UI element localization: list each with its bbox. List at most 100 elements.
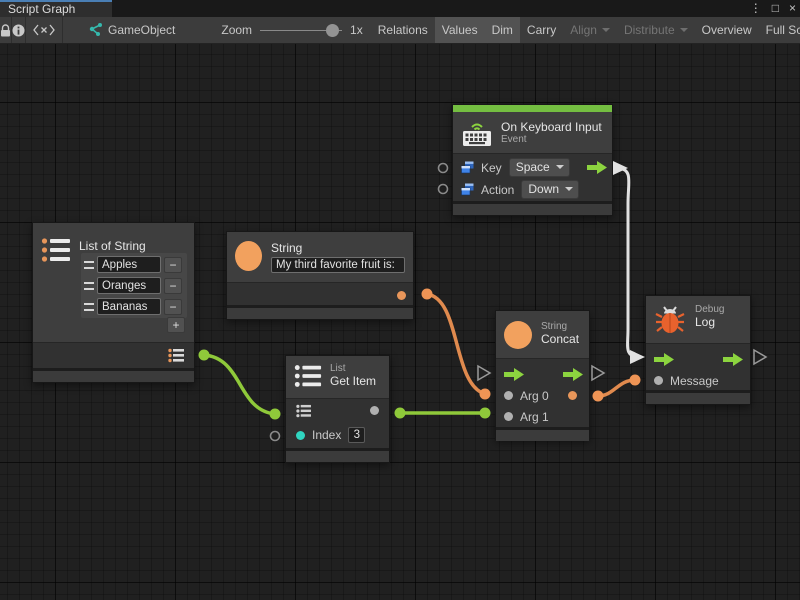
port-getitem-index-input[interactable] [271, 432, 280, 441]
port-concat-output[interactable] [593, 391, 604, 402]
list-item-row: − [84, 277, 184, 294]
maximize-icon[interactable]: □ [772, 0, 779, 17]
node-footer [33, 371, 194, 382]
port-getitem-output[interactable] [395, 408, 406, 419]
values-label: Values [442, 23, 478, 37]
overview-button[interactable]: Overview [695, 17, 759, 43]
zoom-slider[interactable] [260, 24, 342, 37]
message-row: Message [646, 370, 750, 391]
flow-output-arrow-icon[interactable] [723, 353, 743, 366]
list-item-row: − [84, 298, 184, 315]
flow-output-arrow-icon[interactable] [563, 368, 583, 381]
values-button[interactable]: Values [435, 17, 485, 43]
node-footer [453, 204, 612, 215]
zoom-slider-knob[interactable] [326, 24, 339, 37]
distribute-button[interactable]: Distribute [617, 17, 695, 43]
index-label: Index [312, 428, 341, 442]
port-string-output[interactable] [422, 289, 433, 300]
port-keyboard-action-input[interactable] [439, 185, 448, 194]
node-string-concat[interactable]: String Concat Arg 0 [495, 310, 590, 440]
align-button[interactable]: Align [563, 17, 617, 43]
arg1-label: Arg 1 [520, 410, 549, 424]
index-field[interactable] [348, 427, 365, 443]
fullscreen-button[interactable]: Full Screen [759, 17, 800, 43]
list-item-field[interactable] [97, 298, 161, 315]
lock-button[interactable] [0, 17, 12, 43]
string-value-field[interactable] [271, 257, 405, 273]
dim-button[interactable]: Dim [485, 17, 520, 43]
list-item-field[interactable] [97, 277, 161, 294]
port-flow-in-log[interactable] [630, 350, 645, 364]
flow-row [496, 364, 589, 385]
list-output-icon[interactable] [168, 348, 184, 363]
string-type-icon [235, 241, 262, 271]
key-port-row: Key Space [453, 157, 612, 178]
port-concat-flow-out[interactable] [592, 366, 604, 380]
tab-script-graph[interactable]: Script Graph [0, 0, 112, 17]
key-value-icon [461, 161, 474, 174]
flow-input-arrow-icon[interactable] [504, 368, 524, 381]
list-item-field[interactable] [97, 256, 161, 273]
bug-icon [654, 304, 686, 336]
flow-output-arrow-icon[interactable] [587, 161, 607, 174]
key-dropdown[interactable]: Space [509, 158, 570, 177]
add-item-button[interactable]: + [167, 317, 185, 333]
info-button[interactable] [12, 17, 26, 43]
wire-concat-to-log[interactable] [598, 380, 635, 396]
graph-target[interactable]: GameObject [63, 17, 185, 43]
list-port-icon[interactable] [296, 404, 311, 418]
port-list-output[interactable] [199, 350, 210, 361]
node-category: String [541, 321, 579, 332]
dim-label: Dim [492, 23, 513, 37]
node-title: Concat [541, 332, 579, 346]
relations-button[interactable]: Relations [371, 17, 435, 43]
node-on-keyboard-input[interactable]: On Keyboard Input Event Key Space [452, 104, 613, 216]
drag-handle-icon[interactable] [84, 303, 94, 311]
action-dropdown[interactable]: Down [521, 180, 579, 199]
node-subtitle: Event [501, 134, 602, 145]
integer-type-dot[interactable] [296, 431, 305, 440]
remove-item-button[interactable]: − [164, 278, 182, 294]
port-keyboard-key-input[interactable] [439, 164, 448, 173]
node-category: List [330, 363, 376, 374]
overview-label: Overview [702, 23, 752, 37]
port-getitem-list-input[interactable] [270, 409, 281, 420]
port-concat-arg1-input[interactable] [480, 408, 491, 419]
wire-list-to-getitem[interactable] [204, 355, 275, 414]
graph-canvas[interactable]: On Keyboard Input Event Key Space [0, 44, 800, 600]
fullscreen-label: Full Screen [766, 23, 800, 37]
item-output-dot[interactable] [370, 406, 379, 415]
node-category: Debug [695, 304, 724, 315]
result-output-dot[interactable] [568, 391, 577, 400]
node-title: String [271, 241, 405, 255]
node-list-of-string[interactable]: List of String − − [32, 222, 195, 383]
remove-item-button[interactable]: − [164, 257, 182, 273]
port-log-flow-out[interactable] [754, 350, 766, 364]
wire-string-to-concat[interactable] [427, 294, 485, 394]
distribute-label: Distribute [624, 23, 675, 37]
drag-handle-icon[interactable] [84, 282, 94, 290]
node-get-item[interactable]: List Get Item [285, 355, 390, 463]
remove-item-button[interactable]: − [164, 299, 182, 315]
zoom-label: Zoom [221, 23, 252, 37]
flow-input-arrow-icon[interactable] [654, 353, 674, 366]
keyboard-icon [461, 120, 493, 147]
carry-button[interactable]: Carry [520, 17, 563, 43]
wire-flow-keyboard-to-log[interactable] [619, 168, 640, 357]
port-concat-flow-in[interactable] [478, 366, 490, 380]
close-icon[interactable]: × [789, 0, 796, 17]
message-input-dot[interactable] [654, 376, 663, 385]
graph-toolbar: GameObject Zoom 1x Relations Values Dim … [0, 17, 800, 44]
port-log-message-input[interactable] [630, 375, 641, 386]
port-flow-out-keyboard[interactable] [613, 161, 628, 175]
string-output-dot[interactable] [397, 291, 406, 300]
value-input-dot[interactable] [504, 391, 513, 400]
node-string-literal[interactable]: String [226, 231, 414, 320]
code-view-button[interactable] [26, 17, 63, 43]
action-dropdown-value: Down [528, 182, 559, 196]
value-input-dot[interactable] [504, 412, 513, 421]
node-debug-log[interactable]: Debug Log Message [645, 295, 751, 405]
port-concat-arg0-input[interactable] [480, 389, 491, 400]
drag-handle-icon[interactable] [84, 261, 94, 269]
menu-icon[interactable]: ⋮ [750, 0, 762, 17]
